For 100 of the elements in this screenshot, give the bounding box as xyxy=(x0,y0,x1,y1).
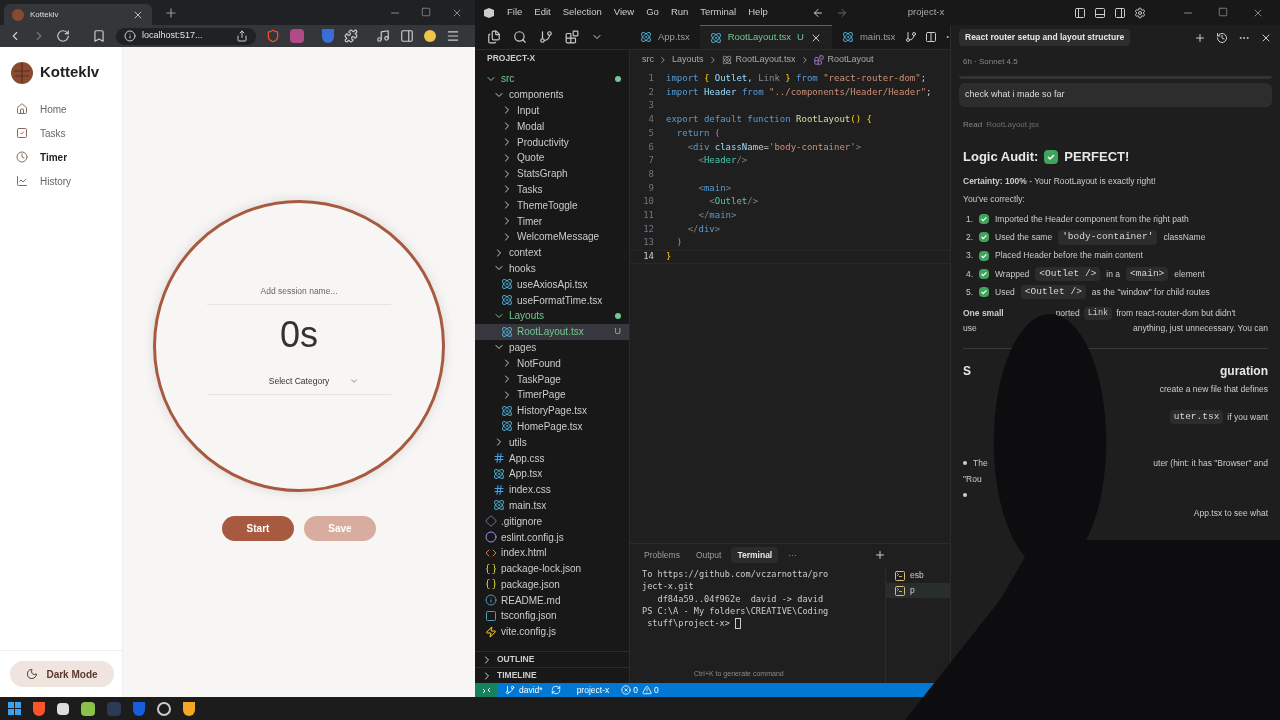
tree-item[interactable]: App.tsx xyxy=(475,465,629,482)
maximize-icon[interactable] xyxy=(1218,6,1228,17)
shield-extension-icon[interactable] xyxy=(322,29,334,43)
new-chat-icon[interactable] xyxy=(1194,31,1206,44)
nav-item[interactable]: Tasks xyxy=(0,121,122,145)
panel-tab[interactable]: Output xyxy=(689,546,728,564)
session-name-field[interactable]: Add session name... xyxy=(207,285,391,305)
tree-item[interactable]: hooks xyxy=(475,260,629,277)
tree-item[interactable]: useAxiosApi.tsx xyxy=(475,276,629,293)
sidebar-icon[interactable] xyxy=(400,29,414,43)
error-count[interactable]: 0 xyxy=(633,683,638,697)
sync-icon[interactable] xyxy=(550,685,561,695)
tree-item[interactable]: README.md xyxy=(475,592,629,609)
menu-item[interactable]: Run xyxy=(670,5,689,20)
tree-item[interactable]: Layouts xyxy=(475,307,629,324)
remote-indicator[interactable] xyxy=(475,683,497,697)
tree-item[interactable]: tsconfig.json xyxy=(475,608,629,624)
editor-tab[interactable]: App.tsx xyxy=(630,25,700,49)
breadcrumb-item[interactable]: Layouts xyxy=(672,53,704,67)
browser-tab[interactable]: Kotteklv xyxy=(4,4,152,25)
tree-item[interactable]: useFormatTime.tsx xyxy=(475,292,629,308)
new-terminal-icon[interactable] xyxy=(874,549,886,561)
extensions-icon[interactable] xyxy=(565,30,579,44)
panel-right-icon[interactable] xyxy=(1114,6,1126,19)
tree-item[interactable]: TimerPage xyxy=(475,386,629,403)
tree-item[interactable]: package.json xyxy=(475,576,629,593)
branch-icon[interactable] xyxy=(539,30,553,44)
menu-item[interactable]: File xyxy=(507,5,523,20)
tree-item[interactable]: App.css xyxy=(475,450,629,466)
settings-icon[interactable] xyxy=(1134,6,1146,19)
menu-item[interactable]: Help xyxy=(748,5,768,20)
tree-item[interactable]: HistoryPage.tsx xyxy=(475,402,629,419)
menu-icon[interactable] xyxy=(446,29,460,43)
action-button[interactable]: Start xyxy=(222,516,294,541)
split-editor-icon[interactable] xyxy=(925,31,938,43)
tree-item[interactable]: Quote xyxy=(475,150,629,166)
tree-item[interactable]: index.html xyxy=(475,544,629,561)
tree-item[interactable]: ThemeToggle xyxy=(475,197,629,214)
tree-item[interactable]: StatsGraph xyxy=(475,165,629,182)
warning-count[interactable]: 0 xyxy=(653,683,659,697)
tree-item[interactable]: utils xyxy=(475,434,629,451)
tree-item[interactable]: package-lock.json xyxy=(475,560,629,577)
section-header[interactable]: OUTLINE xyxy=(475,651,629,667)
back-icon[interactable] xyxy=(811,6,824,19)
tree-item[interactable]: Tasks xyxy=(475,181,629,198)
nav-item[interactable]: Timer xyxy=(0,145,122,169)
breadcrumb-item[interactable]: src xyxy=(642,53,654,67)
tree-item[interactable]: WelcomeMessage xyxy=(475,228,629,245)
tree-item[interactable]: vite.config.js xyxy=(475,623,629,640)
panel-tab[interactable]: Terminal xyxy=(731,546,779,564)
history-icon[interactable] xyxy=(1216,31,1228,44)
panel-left-icon[interactable] xyxy=(1074,6,1086,19)
branch-name[interactable]: david* xyxy=(519,683,543,697)
tree-item[interactable]: src xyxy=(475,71,629,87)
tree-item[interactable]: pages xyxy=(475,339,629,356)
reload-icon[interactable] xyxy=(56,29,70,43)
share-icon[interactable] xyxy=(236,30,248,42)
project-name[interactable]: project-x xyxy=(576,683,610,697)
terminal-list-item[interactable]: p xyxy=(886,583,950,598)
tree-item[interactable]: components xyxy=(475,86,629,103)
tree-item[interactable]: context xyxy=(475,244,629,261)
terminal-list-item[interactable]: esb xyxy=(886,568,950,583)
menu-item[interactable]: Selection xyxy=(562,5,602,20)
editor-tab[interactable]: RootLayout.tsx U xyxy=(699,25,832,49)
menu-item[interactable]: Edit xyxy=(534,5,551,20)
panel-tab[interactable]: Problems xyxy=(638,546,686,564)
circle-extension-icon[interactable] xyxy=(424,30,436,42)
tree-item[interactable]: Timer xyxy=(475,213,629,229)
shield-app-icon[interactable] xyxy=(133,701,145,716)
editor-tab[interactable]: main.tsx xyxy=(831,25,906,49)
tree-item[interactable]: index.css xyxy=(475,481,629,498)
nav-item[interactable]: Home xyxy=(0,97,122,121)
tree-item[interactable]: TaskPage xyxy=(475,371,629,387)
shield-icon[interactable] xyxy=(266,29,280,43)
tile-app-icon[interactable] xyxy=(107,701,121,716)
address-bar[interactable]: localhost:517... xyxy=(116,27,256,45)
tree-item[interactable]: main.tsx xyxy=(475,497,629,514)
menu-item[interactable]: Terminal xyxy=(700,5,737,20)
tree-item[interactable]: RootLayout.tsx U xyxy=(475,323,629,340)
tree-item[interactable]: Productivity xyxy=(475,134,629,150)
tree-item[interactable]: Input xyxy=(475,102,629,119)
menu-item[interactable]: View xyxy=(613,5,635,20)
new-tab-icon[interactable] xyxy=(164,5,178,20)
breadcrumb-item[interactable]: RootLayout xyxy=(827,53,874,67)
panel-tab[interactable]: ··· xyxy=(782,546,803,564)
windows-logo-icon[interactable] xyxy=(8,702,21,715)
music-icon[interactable] xyxy=(376,29,390,43)
dark-mode-button[interactable]: Dark Mode xyxy=(10,661,114,687)
tree-item[interactable]: NotFound xyxy=(475,355,629,372)
category-select[interactable]: Select Category xyxy=(207,374,391,395)
extensions-icon[interactable] xyxy=(344,29,358,43)
menu-item[interactable]: Go xyxy=(646,5,659,20)
files-icon[interactable] xyxy=(487,30,501,44)
maximize-icon[interactable] xyxy=(421,6,431,17)
nav-item[interactable]: History xyxy=(0,169,122,193)
breadcrumb-item[interactable]: RootLayout.tsx xyxy=(735,53,796,67)
panel-bottom-icon[interactable] xyxy=(1094,6,1106,19)
tree-item[interactable]: HomePage.tsx xyxy=(475,418,629,435)
circle-app-icon[interactable] xyxy=(157,701,171,716)
tree-item[interactable]: eslint.config.js xyxy=(475,529,629,545)
